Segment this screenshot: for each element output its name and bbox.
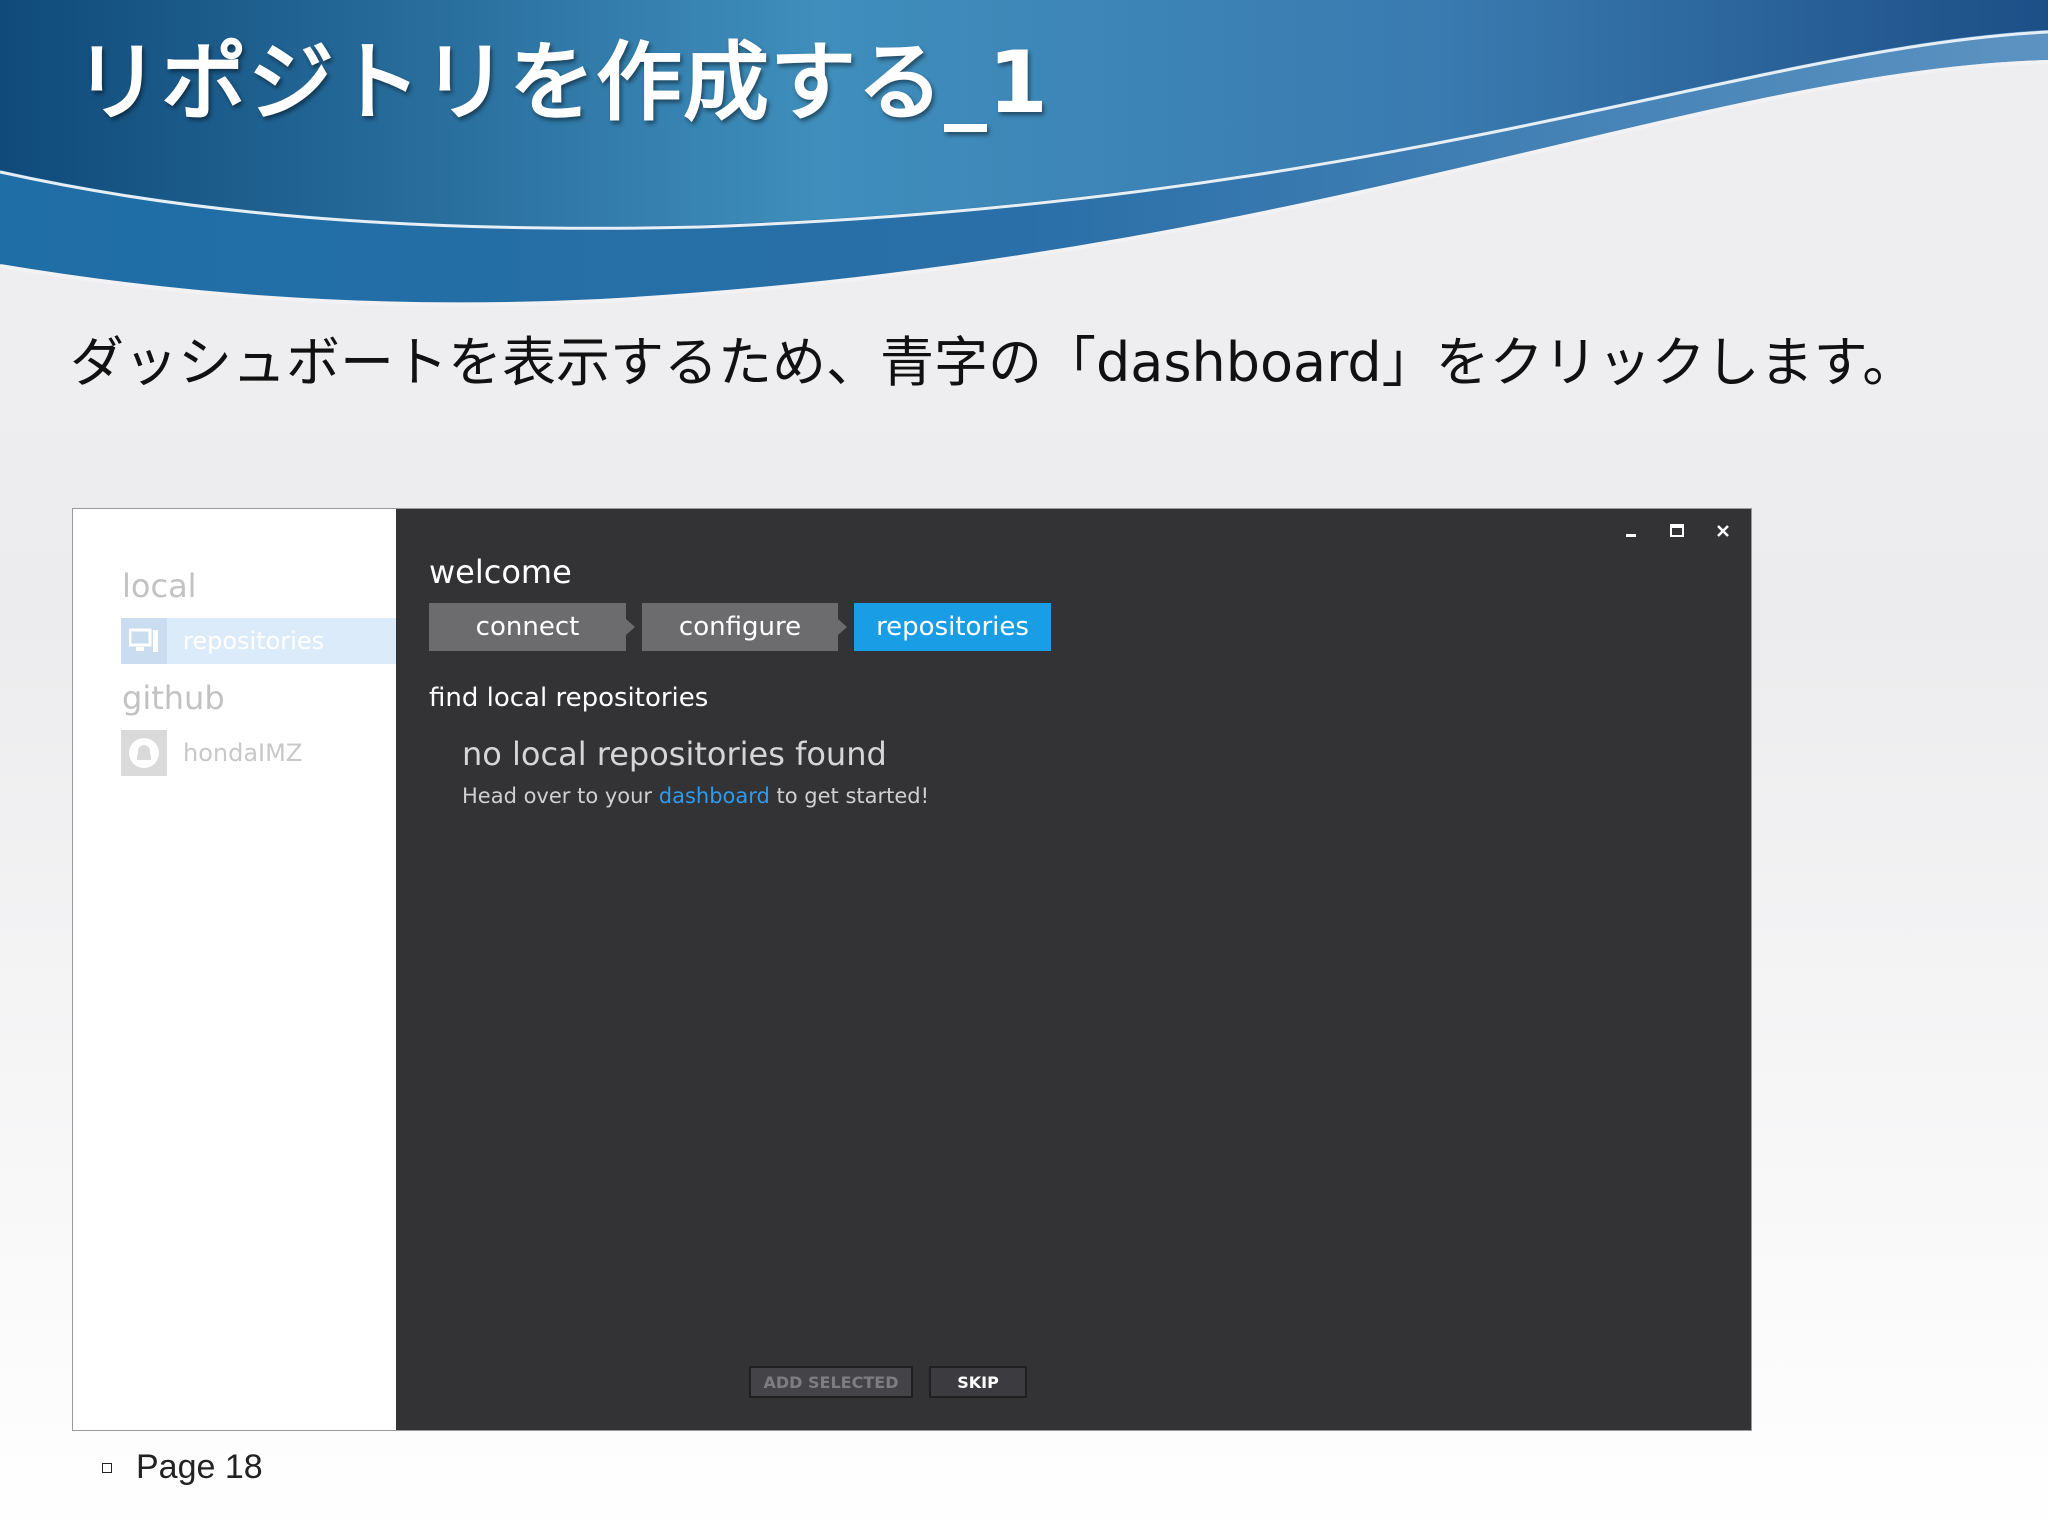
empty-state-text: Head over to your dashboard to get start… xyxy=(462,784,929,808)
close-icon[interactable] xyxy=(1713,521,1733,541)
sidebar-section-github: github xyxy=(122,679,225,717)
slide-instruction: ダッシュボートを表示するため、青字の「dashboard」をクリックします。 xyxy=(70,331,1917,394)
skip-button[interactable]: SKIP xyxy=(929,1366,1027,1398)
page-number: Page 18 xyxy=(136,1448,263,1486)
minimize-icon[interactable] xyxy=(1621,521,1641,541)
section-title: find local repositories xyxy=(429,683,709,713)
page-footer: Page 18 xyxy=(102,1448,263,1487)
empty-text-before: Head over to your xyxy=(462,784,653,808)
sidebar-item-label: repositories xyxy=(183,627,325,655)
sidebar-section-local: local xyxy=(122,567,197,605)
sidebar-item-github-account[interactable]: hondaIMZ xyxy=(121,730,396,776)
step-label: configure xyxy=(678,612,802,642)
computer-icon xyxy=(121,618,167,664)
dashboard-link[interactable]: dashboard xyxy=(659,784,770,808)
step-repositories[interactable]: repositories xyxy=(854,603,1051,651)
github-octocat-icon xyxy=(121,730,167,776)
github-desktop-window: local repositories github hondaIMZ welco… xyxy=(72,508,1752,1431)
step-arrow xyxy=(626,619,635,635)
bullet-icon xyxy=(102,1462,112,1473)
step-label: connect xyxy=(475,612,580,642)
footer-buttons: ADD SELECTED SKIP xyxy=(749,1366,1027,1398)
sidebar: local repositories github hondaIMZ xyxy=(73,509,396,1430)
slide-title: リポジトリを作成する_1 xyxy=(74,33,1049,133)
step-label: repositories xyxy=(876,612,1029,642)
maximize-icon[interactable] xyxy=(1667,521,1687,541)
wizard-steps: connect configure repositories xyxy=(429,603,1067,651)
sidebar-item-label: hondaIMZ xyxy=(183,739,303,767)
step-configure[interactable]: configure xyxy=(642,603,847,651)
window-controls xyxy=(1621,521,1733,541)
main-panel: welcome connect configure repositories f… xyxy=(396,509,1751,1430)
empty-state-title: no local repositories found xyxy=(462,735,887,773)
sidebar-item-local-repositories[interactable]: repositories xyxy=(121,618,396,664)
step-connect[interactable]: connect xyxy=(429,603,635,651)
welcome-heading: welcome xyxy=(429,553,572,591)
step-arrow xyxy=(838,619,847,635)
empty-text-after: to get started! xyxy=(776,784,930,808)
add-selected-button[interactable]: ADD SELECTED xyxy=(749,1366,913,1398)
